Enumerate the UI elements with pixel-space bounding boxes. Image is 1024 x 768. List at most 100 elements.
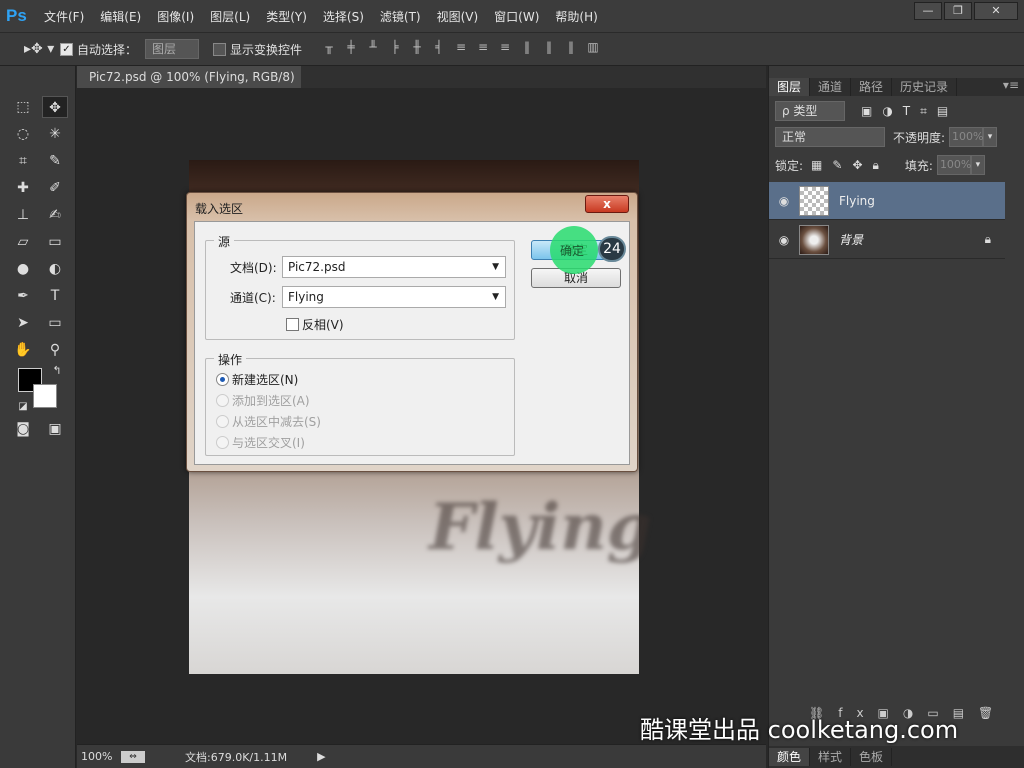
tab-layers[interactable]: 图层 — [769, 78, 811, 96]
tab-paths[interactable]: 路径 — [851, 78, 893, 96]
document-tab-bar: Pic72.psd @ 100% (Flying, RGB/8) * × — [77, 66, 766, 106]
tab-history[interactable]: 历史记录 — [892, 78, 958, 96]
blur-tool-icon[interactable]: ● — [10, 258, 36, 280]
opacity-dropdown-arrow-icon[interactable]: ▾ — [983, 127, 998, 147]
zoom-tool-icon[interactable]: ⚲ — [42, 339, 68, 361]
magic-wand-tool-icon[interactable]: ✳ — [42, 123, 68, 145]
visibility-eye-icon[interactable]: ◉ — [769, 194, 799, 208]
menu-file[interactable]: 文件(F) — [44, 8, 84, 25]
menu-filter[interactable]: 滤镜(T) — [380, 8, 421, 25]
subtract-selection-label: 从选区中减去(S) — [232, 415, 321, 429]
screen-mode-icon[interactable]: ▣ — [42, 418, 68, 440]
radio-subtract-selection[interactable] — [216, 415, 229, 428]
dropdown-arrow-icon: ▼ — [492, 262, 499, 272]
swap-colors-icon[interactable]: ↰ — [44, 360, 70, 382]
layer-filter-icons[interactable]: ▣◑T⌗▤ — [861, 104, 958, 119]
tab-swatches[interactable]: 色板 — [851, 748, 893, 766]
invert-checkbox[interactable] — [286, 318, 299, 331]
distribute-right-icon[interactable]: ‖ — [560, 40, 582, 58]
menu-type[interactable]: 类型(Y) — [266, 8, 307, 25]
blend-mode-dropdown[interactable]: 正常 — [775, 127, 885, 147]
options-bar: ▸✥ ▾ ✓ 自动选择： 图层 显示变换控件 ╥ ╪ ╨ ╞ ╫ ╡ ≡ ≡ ≡… — [0, 32, 1024, 66]
document-select[interactable]: Pic72.psd ▼ — [282, 256, 506, 278]
channel-select[interactable]: Flying ▼ — [282, 286, 506, 308]
distribute-bottom-icon[interactable]: ≡ — [494, 40, 516, 58]
align-bottom-icon[interactable]: ╨ — [362, 40, 384, 58]
zoom-level[interactable]: 100% — [81, 750, 121, 763]
opacity-label: 不透明度: — [893, 130, 946, 145]
visibility-eye-icon[interactable]: ◉ — [769, 233, 799, 247]
panel-menu-icon[interactable]: ▾≡ — [1003, 78, 1024, 96]
stamp-tool-icon[interactable]: ⊥ — [10, 204, 36, 226]
lock-label: 锁定: — [775, 158, 804, 173]
brush-tool-icon[interactable]: ✐ — [42, 177, 68, 199]
gradient-tool-icon[interactable]: ▭ — [42, 231, 68, 253]
flying-text-layer: Flying — [429, 490, 652, 565]
crop-tool-icon[interactable]: ⌗ — [10, 150, 36, 172]
layer-row-background[interactable]: ◉ 背景 🔒︎ — [769, 221, 1005, 259]
menu-view[interactable]: 视图(V) — [437, 8, 479, 25]
menu-edit[interactable]: 编辑(E) — [100, 8, 141, 25]
distribute-top-icon[interactable]: ≡ — [450, 40, 472, 58]
move-tool-preset-icon[interactable]: ▸✥ ▾ — [24, 41, 60, 57]
radio-intersect-selection[interactable] — [216, 436, 229, 449]
auto-select-dropdown[interactable]: 图层 — [145, 39, 200, 59]
menu-select[interactable]: 选择(S) — [323, 8, 364, 25]
watermark: 酷课堂出品 coolketang.com — [640, 716, 959, 744]
menu-layer[interactable]: 图层(L) — [210, 8, 250, 25]
distribute-left-icon[interactable]: ‖ — [516, 40, 538, 58]
tab-styles[interactable]: 样式 — [810, 748, 852, 766]
lasso-tool-icon[interactable]: ◌ — [10, 123, 36, 145]
dropdown-arrow-icon: ▼ — [492, 292, 499, 302]
hand-tool-icon[interactable]: ✋ — [10, 339, 36, 361]
status-menu-arrow-icon[interactable]: ▶ — [317, 750, 325, 763]
auto-select-checkbox[interactable]: ✓ — [60, 42, 73, 56]
channel-select-value: Flying — [288, 290, 324, 304]
status-icon[interactable]: ⇔ — [121, 750, 145, 763]
tab-color[interactable]: 颜色 — [769, 748, 811, 766]
path-select-tool-icon[interactable]: ➤ — [10, 312, 36, 334]
marquee-tool-icon[interactable]: ⬚ — [10, 96, 36, 118]
menu-image[interactable]: 图像(I) — [157, 8, 194, 25]
distribute-vcenter-icon[interactable]: ≡ — [472, 40, 494, 58]
align-right-icon[interactable]: ╡ — [428, 40, 450, 58]
fill-label: 填充: — [904, 158, 933, 173]
document-tab[interactable]: Pic72.psd @ 100% (Flying, RGB/8) * × — [77, 66, 301, 106]
pen-tool-icon[interactable]: ✒ — [10, 285, 36, 307]
distribute-hcenter-icon[interactable]: ‖ — [538, 40, 560, 58]
default-colors-icon[interactable]: ◪ — [10, 396, 36, 418]
close-window-button[interactable]: ✕ — [974, 2, 1018, 20]
auto-align-icon[interactable]: ▥ — [582, 40, 604, 58]
layer-filter-dropdown[interactable]: ρ 类型 — [775, 101, 845, 121]
menu-window[interactable]: 窗口(W) — [494, 8, 539, 25]
move-tool-icon[interactable]: ✥ — [42, 96, 68, 118]
align-vcenter-icon[interactable]: ╪ — [340, 40, 362, 58]
minimize-button[interactable]: — — [914, 2, 942, 20]
tab-channels[interactable]: 通道 — [810, 78, 852, 96]
show-transform-checkbox[interactable] — [213, 42, 227, 56]
quick-mask-icon[interactable]: ◙ — [10, 418, 36, 440]
shape-tool-icon[interactable]: ▭ — [42, 312, 68, 334]
fill-input[interactable]: 100% — [936, 155, 971, 175]
lock-icon: 🔒︎ — [984, 232, 991, 246]
align-hcenter-icon[interactable]: ╫ — [406, 40, 428, 58]
dialog-close-button[interactable]: x — [585, 195, 629, 213]
fill-dropdown-arrow-icon[interactable]: ▾ — [970, 155, 985, 175]
restore-button[interactable]: ❐ — [944, 2, 972, 20]
operation-group: 操作 新建选区(N) 添加到选区(A) 从选区中减去(S) 与选区交叉(I) — [205, 351, 515, 456]
type-tool-icon[interactable]: T — [42, 285, 68, 307]
dodge-tool-icon[interactable]: ◐ — [42, 258, 68, 280]
radio-add-selection[interactable] — [216, 394, 229, 407]
opacity-input[interactable]: 100% — [949, 127, 984, 147]
layer-row-flying[interactable]: ◉ Flying — [769, 182, 1005, 220]
eraser-tool-icon[interactable]: ▱ — [10, 231, 36, 253]
align-top-icon[interactable]: ╥ — [318, 40, 340, 58]
eyedropper-tool-icon[interactable]: ✎ — [42, 150, 68, 172]
align-left-icon[interactable]: ╞ — [384, 40, 406, 58]
background-color-swatch[interactable] — [33, 384, 57, 408]
radio-new-selection[interactable] — [216, 373, 229, 386]
healing-tool-icon[interactable]: ✚ — [10, 177, 36, 199]
menu-help[interactable]: 帮助(H) — [555, 8, 597, 25]
history-brush-tool-icon[interactable]: ✍ — [42, 204, 68, 226]
lock-icons[interactable]: ▦✎✥🔒︎ — [811, 158, 889, 173]
